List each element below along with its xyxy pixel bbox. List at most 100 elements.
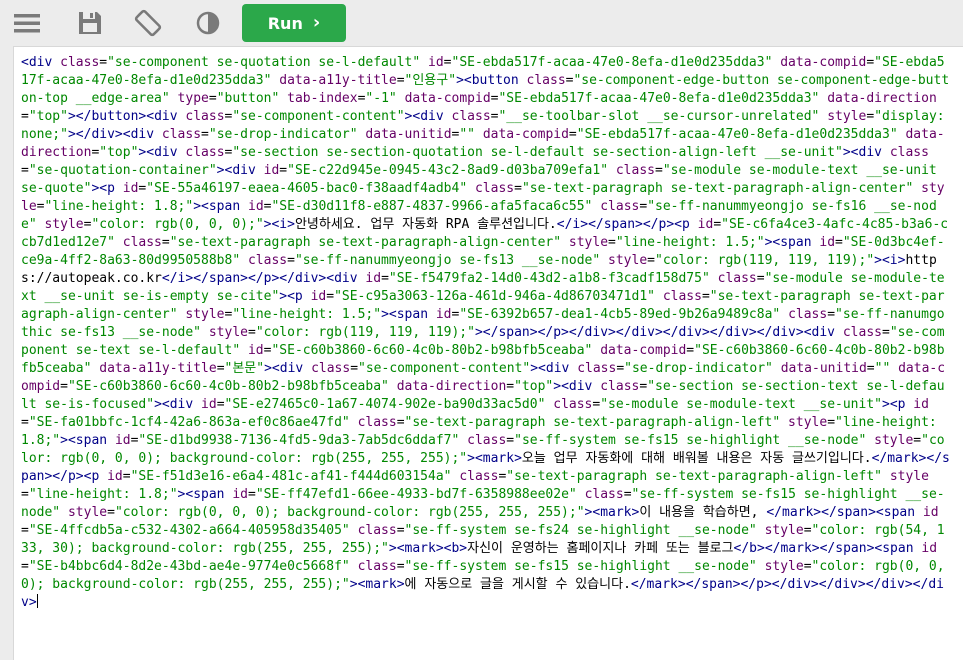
code-tag: </i></span></p> <box>556 217 675 232</box>
code-text: 안녕하세요. 업무 자동화 RPA 솔루션입니다. <box>294 217 557 232</box>
code-text: = <box>396 559 405 574</box>
rotate-device-icon[interactable] <box>133 8 163 38</box>
code-editor[interactable]: <div class="se-component se-quotation se… <box>13 46 963 660</box>
code-attr-value: "인용구" <box>404 73 457 88</box>
code-attr-name: class <box>161 127 202 142</box>
code-attr-name: data-unitid <box>780 361 867 376</box>
code-attr-name: id <box>697 217 714 232</box>
code-attr-name: data-a11y-title <box>99 361 217 376</box>
code-text: = <box>514 181 522 196</box>
code-text: = <box>608 235 616 250</box>
code-attr-name: class <box>584 487 624 502</box>
code-text: = <box>122 469 131 484</box>
code-attr-value: "본문" <box>224 361 265 376</box>
code-text: = <box>21 415 29 430</box>
code-attr-name: id <box>201 397 217 412</box>
code-attr-value: "se-ff-system se-fs24 se-highlight __se-… <box>404 523 757 538</box>
code-tag: > <box>381 307 389 322</box>
code-text: 자신이 운영하는 홈페이지나 카페 또는 블로그 <box>467 541 734 556</box>
code-attr-value: "button" <box>216 91 280 106</box>
code-text: = <box>639 199 648 214</box>
code-text: = <box>99 55 108 70</box>
run-button[interactable]: Run › <box>242 4 346 42</box>
code-attr-value: "SE-e27465c0-1a67-4074-902e-ba90d33ac5d0… <box>224 397 546 412</box>
floppy-disk-icon[interactable] <box>75 8 105 38</box>
code-tag: <mark> <box>357 577 405 592</box>
code-text: = <box>396 73 405 88</box>
code-tag: ></button> <box>67 109 147 124</box>
code-attr-name: class <box>185 109 225 124</box>
code-attr-name: id <box>921 541 938 556</box>
code-attr-name: style <box>827 109 867 124</box>
code-text: = <box>866 109 875 124</box>
code-tag: </i></span></p></div> <box>161 271 327 286</box>
code-content[interactable]: <div class="se-component se-quotation se… <box>14 47 951 612</box>
code-tag: <span <box>388 307 436 322</box>
code-tag: > <box>842 145 851 160</box>
code-attr-name: id <box>922 505 939 520</box>
code-text: = <box>381 271 389 286</box>
code-attr-name: id <box>122 181 139 196</box>
code-attr-name: style <box>764 559 804 574</box>
code-attr-name: data-compid <box>482 127 569 142</box>
code-attr-value: "SE-d1bd9938-7136-4fd5-9da3-7ab5dc6ddaf7… <box>138 433 460 448</box>
code-attr-name: class <box>474 181 515 196</box>
code-tag: > <box>467 451 475 466</box>
code-tag: <div <box>122 127 162 142</box>
code-tag: ></div> <box>67 127 123 142</box>
code-text: = <box>216 397 225 412</box>
code-tag: <p <box>83 469 108 484</box>
code-attr-value: "SE-6392b657-dea1-4cb5-89ed-9b26a9489c8a… <box>459 307 781 322</box>
code-attr-name: id <box>114 433 131 448</box>
code-attr-name: class <box>553 397 593 412</box>
code-tag: <span <box>772 235 820 250</box>
code-attr-value: "top" <box>514 379 554 394</box>
code-attr-name: class <box>311 361 351 376</box>
code-attr-name: class <box>717 271 757 286</box>
code-attr-name: style <box>889 469 929 484</box>
code-tag: <p <box>287 289 311 304</box>
code-tag: <div <box>561 379 601 394</box>
code-attr-value: "line-height: 1.5;" <box>232 307 382 322</box>
code-attr-name: data-direction <box>396 379 507 394</box>
code-attr-name: id <box>263 163 280 178</box>
code-attr-value: "se-ff-system se-fs15 se-highlight __se-… <box>514 433 867 448</box>
code-attr-value: "SE-ebda517f-acaa-47e0-8efa-d1e0d235dda3… <box>451 55 773 70</box>
code-tag: <div <box>161 397 202 412</box>
code-tag: <span <box>201 199 248 214</box>
code-text: = <box>506 433 515 448</box>
code-attr-name: class <box>451 109 491 124</box>
code-tag: </b></mark></span> <box>733 541 875 556</box>
code-attr-value: "se-text-paragraph se-text-paragraph-ali… <box>404 415 781 430</box>
code-attr-value: "line-height: 1.8;" <box>28 487 178 502</box>
code-tag: <button <box>463 73 527 88</box>
code-text: = <box>326 289 335 304</box>
code-attr-value: "SE-4ffcdb5a-c532-4302-a664-405958d35405… <box>28 523 350 538</box>
code-attr-name: id <box>310 289 327 304</box>
code-text: = <box>866 55 875 70</box>
code-tag: <div <box>224 163 264 178</box>
code-attr-name: data-unitid <box>365 127 452 142</box>
code-tag: > <box>349 577 358 592</box>
code-tag: <div <box>21 55 61 70</box>
code-attr-name: id <box>365 271 382 286</box>
code-tag: <mark><b> <box>396 541 468 556</box>
code-attr-value: "se-quotation-container" <box>28 163 217 178</box>
code-attr-value: "SE-f51d3e16-e6a4-481c-af41-f444d603154a… <box>130 469 452 484</box>
code-text: 이 내용을 학습하면, <box>639 505 767 520</box>
code-tag: > <box>874 253 882 268</box>
hamburger-menu-icon[interactable] <box>12 8 42 38</box>
contrast-half-circle-icon[interactable] <box>193 8 223 38</box>
code-text: = <box>506 379 515 394</box>
code-tag: > <box>279 289 288 304</box>
code-tag: <div <box>146 109 186 124</box>
code-attr-value: "se-drop-indicator" <box>208 127 358 142</box>
code-text: = <box>827 415 836 430</box>
